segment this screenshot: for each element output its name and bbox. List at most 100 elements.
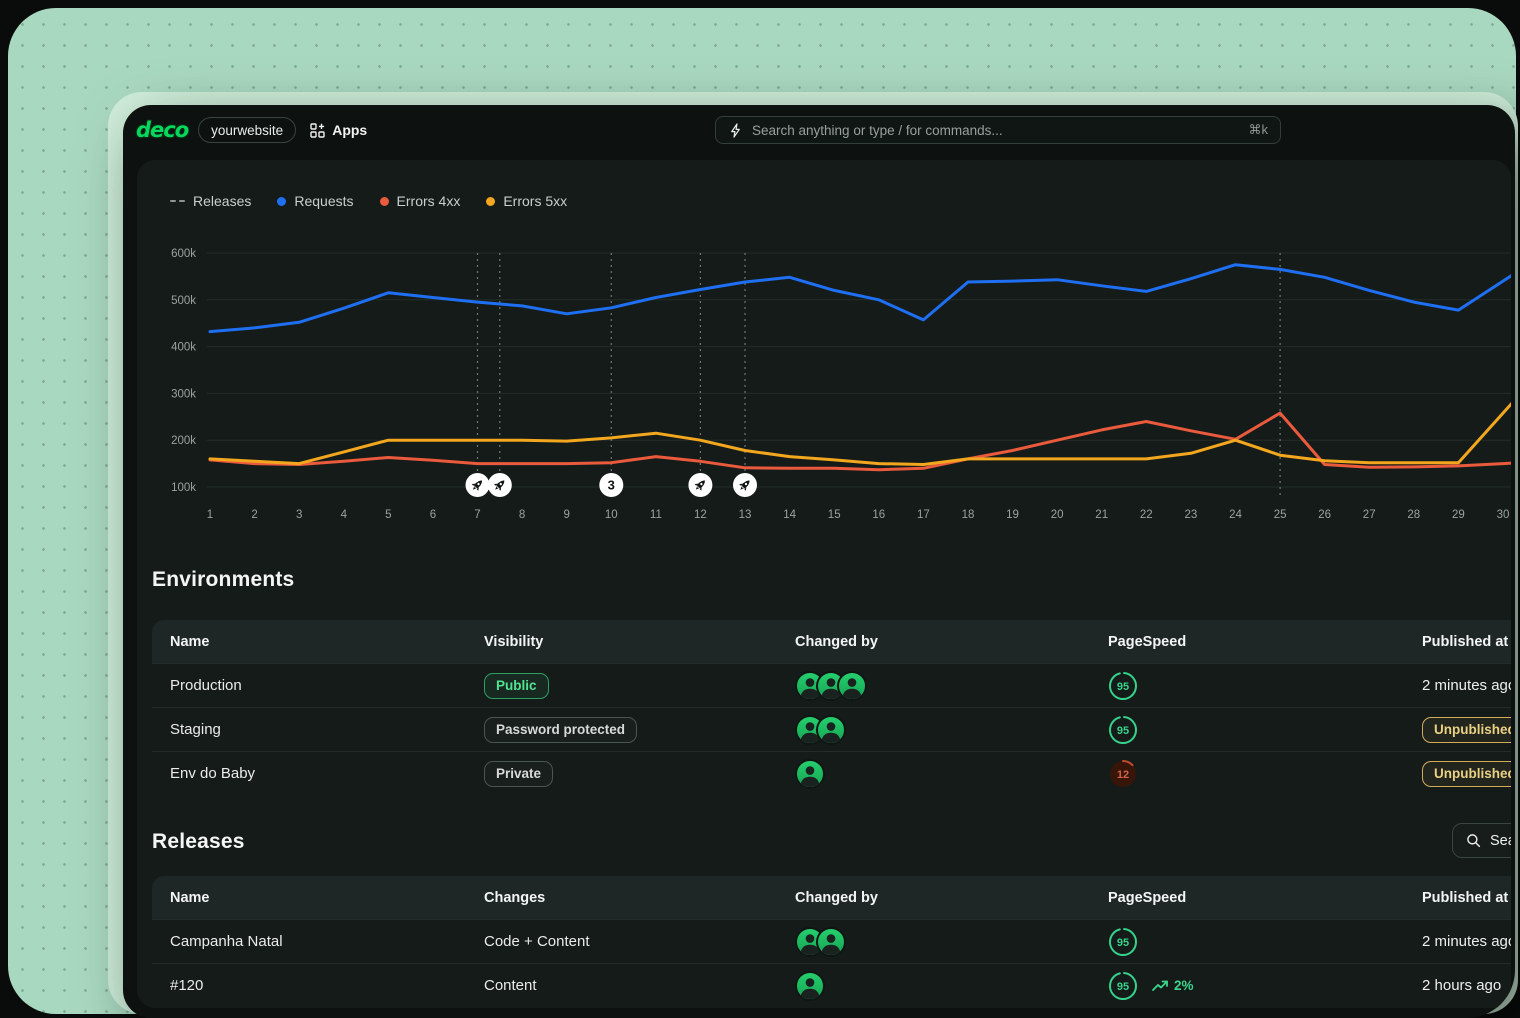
visibility-badge: Private xyxy=(484,760,554,787)
svg-text:17: 17 xyxy=(917,509,930,521)
dot-swatch xyxy=(277,196,287,206)
published-time: 2 minutes ago xyxy=(1422,677,1511,694)
svg-text:6: 6 xyxy=(430,509,436,521)
svg-text:28: 28 xyxy=(1407,509,1420,521)
svg-text:200k: 200k xyxy=(171,435,196,447)
svg-text:300k: 300k xyxy=(171,388,196,400)
table-row[interactable]: Staging Password protected 95 Unpublished xyxy=(152,707,1511,751)
search-placeholder: Search anything or type / for commands..… xyxy=(752,122,1003,138)
svg-text:15: 15 xyxy=(828,509,841,521)
releases-title: Releases xyxy=(152,830,245,853)
release-marker[interactable] xyxy=(688,473,713,497)
legend-label: Requests xyxy=(294,193,354,209)
visibility-badge: Password protected xyxy=(484,716,638,743)
deco-logo[interactable]: deco xyxy=(136,118,189,142)
avatar-group xyxy=(795,670,867,701)
table-header: Name Changes Changed by PageSpeed Published … xyxy=(152,876,1511,919)
svg-text:30: 30 xyxy=(1497,509,1510,521)
svg-text:19: 19 xyxy=(1006,509,1019,521)
pagespeed-ring: 12 xyxy=(1109,759,1137,788)
svg-text:95: 95 xyxy=(1117,681,1129,693)
row-name: Staging xyxy=(170,721,221,738)
unpublished-badge: Unpublished xyxy=(1422,760,1511,787)
column-header: Published at xyxy=(1422,633,1509,650)
svg-text:1: 1 xyxy=(207,509,213,521)
svg-text:7: 7 xyxy=(474,509,480,521)
table-row[interactable]: Production Public 95 2 minutes ago xyxy=(152,663,1511,707)
table-row[interactable]: #120 Content 95 2% 2 hours ago xyxy=(152,963,1511,1007)
svg-text:24: 24 xyxy=(1229,509,1242,521)
visibility-badge: Public xyxy=(484,672,549,699)
release-marker[interactable] xyxy=(733,473,757,497)
environments-title: Environments xyxy=(152,568,295,591)
column-header: Visibility xyxy=(484,633,544,650)
svg-text:100k: 100k xyxy=(171,482,196,494)
releases-search-button[interactable]: Search xyxy=(1452,823,1511,858)
apps-label: Apps xyxy=(332,122,368,138)
svg-text:20: 20 xyxy=(1051,509,1064,521)
global-search-input[interactable]: Search anything or type / for commands..… xyxy=(715,116,1281,144)
svg-text:22: 22 xyxy=(1140,509,1153,521)
svg-text:2: 2 xyxy=(251,509,257,521)
column-header: Changes xyxy=(484,889,546,906)
column-header: Name xyxy=(170,633,210,650)
site-selector-button[interactable]: yourwebsite xyxy=(198,117,297,143)
environments-table: Name Visibility Changed by PageSpeed Publish… xyxy=(152,620,1511,795)
svg-text:18: 18 xyxy=(962,509,975,521)
avatar-group xyxy=(795,926,846,957)
unpublished-badge: Unpublished xyxy=(1422,716,1511,743)
row-name: Campanha Natal xyxy=(170,933,283,950)
pagespeed-ring: 95 xyxy=(1109,927,1137,956)
table-row[interactable]: Campanha Natal Code + Content 95 2 minutes… xyxy=(152,919,1511,963)
legend-item-errors-5xx[interactable]: Errors 5xx xyxy=(486,193,567,209)
apps-menu-button[interactable]: Apps xyxy=(310,122,367,138)
legend-item-requests[interactable]: Requests xyxy=(277,193,354,209)
release-marker[interactable] xyxy=(465,473,490,497)
pagespeed-ring: 95 xyxy=(1109,715,1137,744)
series-requests xyxy=(208,263,1511,334)
legend-item-releases[interactable]: Releases xyxy=(170,193,251,209)
column-header: Published at xyxy=(1422,889,1509,906)
main-panel: Releases Requests Errors 4xx Errors 5xx 600… xyxy=(137,160,1511,1008)
column-header: Changed by xyxy=(795,633,878,650)
svg-text:21: 21 xyxy=(1095,509,1108,521)
svg-text:10: 10 xyxy=(605,509,618,521)
search-icon xyxy=(1467,834,1481,848)
row-name: #120 xyxy=(170,977,204,994)
svg-text:95: 95 xyxy=(1117,725,1129,737)
column-header: Changed by xyxy=(795,889,878,906)
avatar xyxy=(816,926,846,957)
svg-text:3: 3 xyxy=(608,478,615,493)
svg-text:12: 12 xyxy=(1117,769,1129,781)
row-changes: Code + Content xyxy=(484,933,590,950)
release-marker[interactable] xyxy=(487,473,512,497)
release-marker[interactable]: 3 xyxy=(599,473,624,497)
svg-text:23: 23 xyxy=(1185,509,1198,521)
svg-text:13: 13 xyxy=(739,509,752,521)
row-name: Production xyxy=(170,677,242,694)
avatar-group xyxy=(795,970,825,1001)
avatar xyxy=(795,970,825,1001)
avatar-group xyxy=(795,714,846,745)
legend-item-errors-4xx[interactable]: Errors 4xx xyxy=(379,193,460,209)
svg-text:5: 5 xyxy=(385,509,391,521)
column-header: Name xyxy=(170,889,210,906)
dot-swatch xyxy=(379,196,389,206)
svg-text:12: 12 xyxy=(694,509,707,521)
svg-text:16: 16 xyxy=(872,509,885,521)
svg-text:26: 26 xyxy=(1318,509,1331,521)
table-row[interactable]: Env do Baby Private 12 Unpublished xyxy=(152,751,1511,795)
traffic-chart: 600k 500k 400k 300k 200k 100k 1 2 3 4 5 6 7 8 9 10 11 12 1… xyxy=(137,240,1511,540)
svg-text:400k: 400k xyxy=(171,342,196,354)
legend-label: Errors 5xx xyxy=(503,193,568,209)
svg-text:600k: 600k xyxy=(171,248,196,260)
column-header: PageSpeed xyxy=(1108,633,1187,650)
apps-grid-icon xyxy=(310,122,325,138)
published-time: 2 hours ago xyxy=(1422,977,1502,994)
dash-swatch xyxy=(170,199,185,203)
topbar: deco yourwebsite Apps Search anything or… xyxy=(123,105,1515,155)
row-changes: Content xyxy=(484,977,537,994)
svg-text:4: 4 xyxy=(341,509,348,521)
avatar xyxy=(816,714,846,745)
svg-text:14: 14 xyxy=(783,509,796,521)
